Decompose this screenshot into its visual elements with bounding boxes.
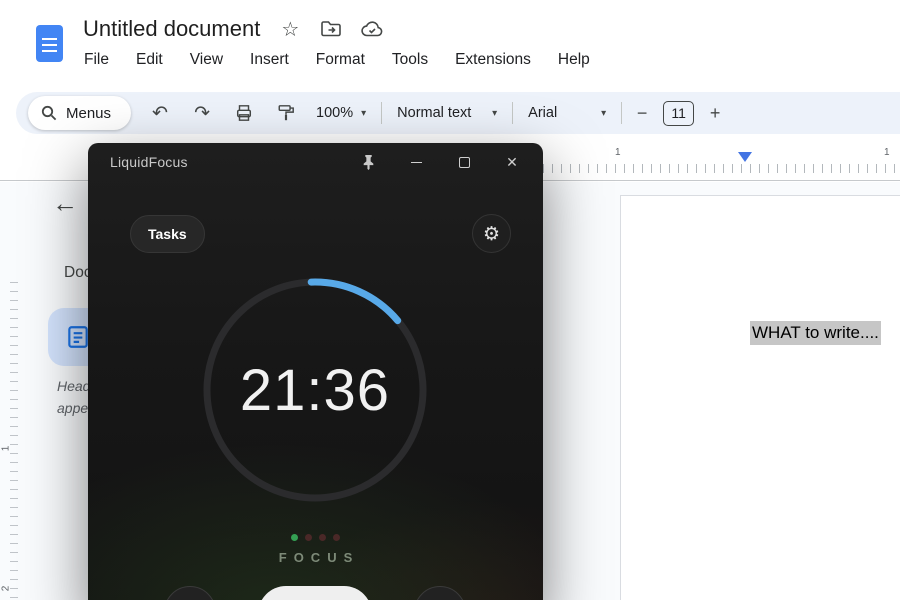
primary-action-button[interactable] [258,586,372,600]
font-size-increase-button[interactable]: + [701,99,729,127]
mode-label: FOCUS [278,550,360,565]
ruler-number: 1 [0,445,12,452]
toolbar: Menus ↶ ↷ 100% ▾ Normal text ▾ Arial ▾ −… [16,92,900,134]
menu-insert[interactable]: Insert [250,47,289,73]
paint-roller-icon [278,105,294,121]
search-icon [41,105,57,121]
sidebar-hint-text: Head [57,378,91,394]
paragraph-style-select[interactable]: Normal text ▾ [388,98,506,128]
star-icon[interactable]: ☆ [279,18,301,41]
maximize-button[interactable] [454,152,474,172]
session-dot [305,534,312,541]
font-size-input[interactable]: 11 [663,100,695,126]
menu-edit[interactable]: Edit [136,47,163,73]
print-button[interactable] [223,98,265,128]
font-family-value: Arial [528,105,558,121]
close-button[interactable]: ✕ [502,152,522,172]
chevron-down-icon: ▾ [492,107,498,119]
font-size-decrease-button[interactable]: − [628,99,656,127]
secondary-control-button[interactable] [164,586,216,600]
toolbar-divider [621,102,623,124]
zoom-value: 100% [316,105,354,121]
menu-tools[interactable]: Tools [392,47,428,73]
ruler-number: 1 [615,147,621,158]
session-dot [291,534,298,541]
session-dot [319,534,326,541]
undo-button[interactable]: ↶ [139,98,181,128]
tasks-button[interactable]: Tasks [130,215,205,253]
font-family-select[interactable]: Arial ▾ [519,98,615,128]
move-to-folder-icon[interactable] [320,18,342,40]
toolbar-divider [512,102,514,124]
maximize-icon [458,156,470,168]
document-page[interactable]: WHAT to write.... [620,195,900,600]
session-dots [88,534,543,541]
redo-button[interactable]: ↷ [181,98,223,128]
tertiary-control-button[interactable] [414,586,466,600]
pin-icon[interactable] [358,152,378,172]
menu-bar: File Edit View Insert Format Tools Exten… [84,47,590,73]
liquidfocus-title: LiquidFocus [110,154,188,170]
docs-logo-icon[interactable] [36,25,63,62]
paragraph-style-value: Normal text [397,105,472,121]
zoom-select[interactable]: 100% ▾ [307,98,375,128]
minimize-icon [410,161,422,163]
back-arrow-icon[interactable]: ← [52,190,78,216]
chevron-down-icon: ▾ [361,107,367,119]
session-dot [333,534,340,541]
chevron-down-icon: ▾ [601,107,607,119]
ruler-number: 1 [884,147,890,158]
title-row: Untitled document ☆ [83,16,383,42]
menu-extensions[interactable]: Extensions [455,47,531,73]
menu-file[interactable]: File [84,47,109,73]
timer-display: 21:36 [239,357,391,423]
liquidfocus-window: LiquidFocus ✕ Tasks ⚙ 21:36 FOCUS [88,143,543,600]
document-title[interactable]: Untitled document [83,16,260,42]
docs-logo-lines [42,38,57,52]
menu-format[interactable]: Format [316,47,365,73]
minimize-button[interactable] [406,152,426,172]
printer-icon [237,105,252,121]
screen: Untitled document ☆ File Edit View Inser… [0,0,900,600]
paint-format-button[interactable] [265,98,307,128]
ruler-number: 2 [0,585,12,592]
liquidfocus-titlebar[interactable]: LiquidFocus ✕ [88,143,543,181]
ruler-ticks [543,164,900,173]
pushpin-icon [363,154,373,170]
vertical-ruler[interactable] [10,282,18,600]
selected-text[interactable]: WHAT to write.... [750,321,881,345]
indent-marker-icon[interactable] [738,152,752,162]
toolbar-divider [381,102,383,124]
settings-button[interactable]: ⚙ [472,214,511,253]
menu-view[interactable]: View [190,47,223,73]
menus-label: Menus [66,104,112,122]
menus-search[interactable]: Menus [28,96,132,130]
menu-help[interactable]: Help [558,47,590,73]
docs-header: Untitled document ☆ File Edit View Inser… [0,0,900,92]
sidebar-hint-text: appe [57,400,89,416]
timer-ring: 21:36 [195,270,435,510]
cloud-saved-icon [361,18,383,40]
